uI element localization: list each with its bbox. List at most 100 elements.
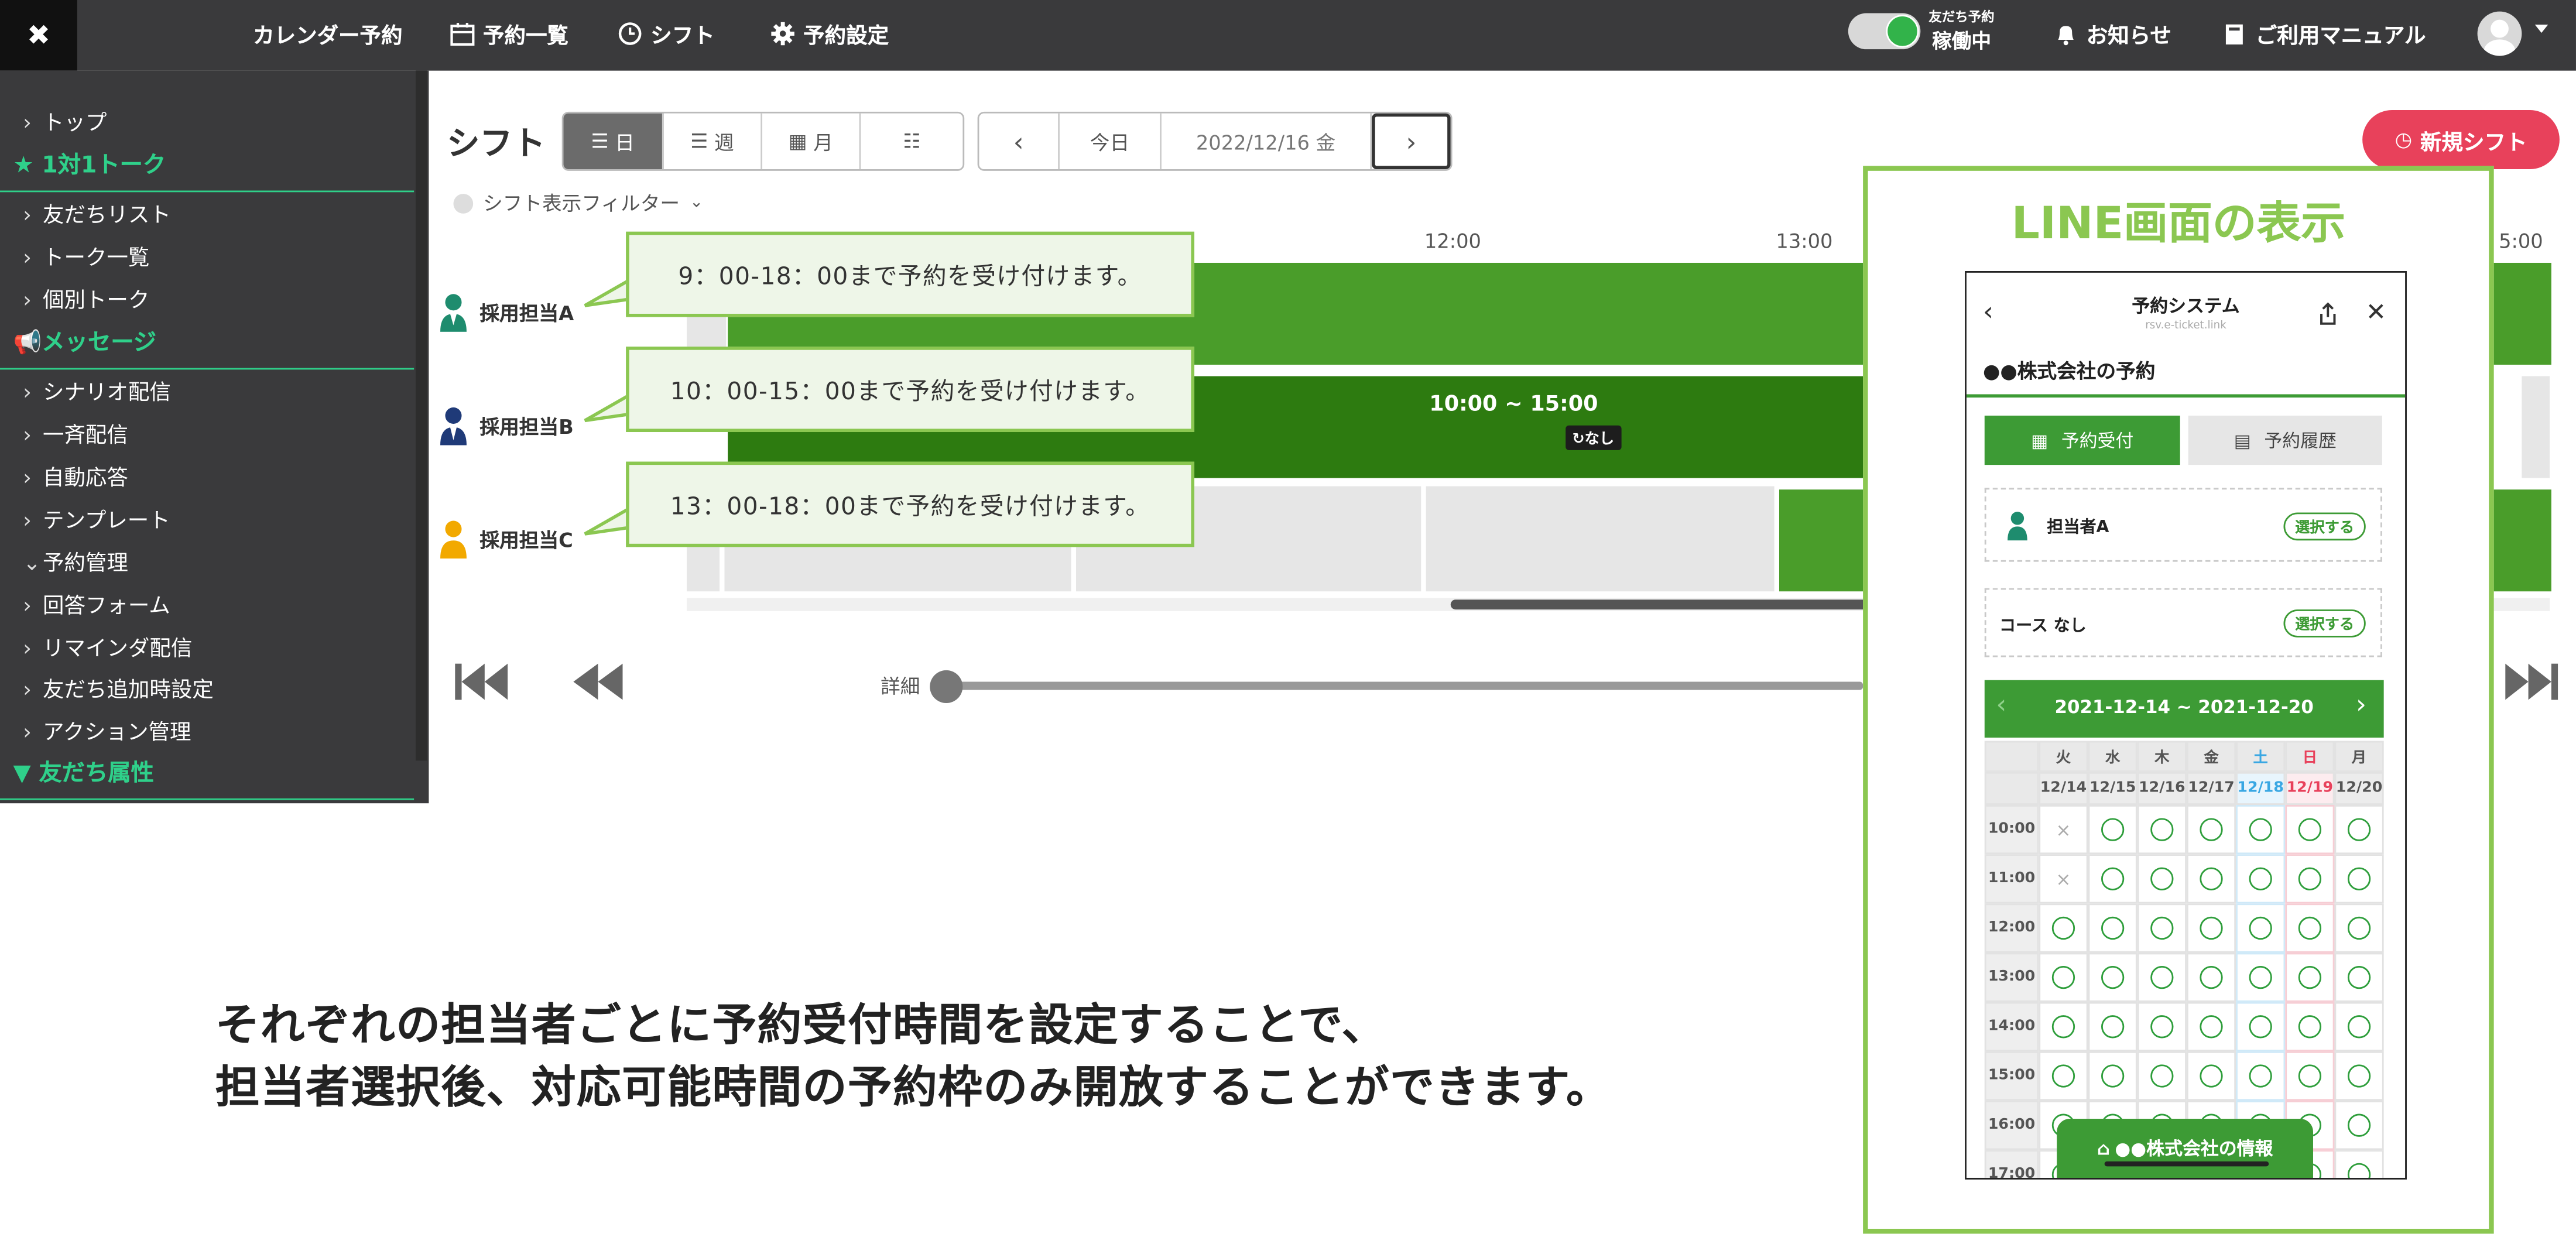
calendar-slot-available[interactable] xyxy=(2285,1051,2335,1101)
calendar-slot-available[interactable] xyxy=(2334,1150,2384,1178)
company-info-button[interactable]: ⌂ ●●株式会社の情報 xyxy=(2057,1118,2313,1178)
current-date[interactable]: 2022/12/16 金 xyxy=(1162,113,1372,170)
view-list-button[interactable]: ☷ xyxy=(861,114,962,169)
sidebar-item-template[interactable]: › テンプレート xyxy=(23,503,170,534)
nav-reservation-settings[interactable]: 予約設定 xyxy=(770,18,889,49)
sidebar-item-answer-form[interactable]: › 回答フォーム xyxy=(23,588,170,619)
calendar-slot-available[interactable] xyxy=(2088,854,2137,904)
skip-first-icon[interactable] xyxy=(453,660,509,703)
view-day-button[interactable]: ☰ 日 xyxy=(563,113,664,170)
calendar-slot-available[interactable] xyxy=(2334,952,2384,1002)
sidebar-item-talk-list[interactable]: › トーク一覧 xyxy=(23,240,149,271)
nav-reservation-list[interactable]: 予約一覧 xyxy=(450,18,568,49)
calendar-slot-available[interactable] xyxy=(2334,804,2384,855)
sidebar-item-broadcast[interactable]: › 一斉配信 xyxy=(23,417,128,448)
calendar-slot-available[interactable] xyxy=(2236,1002,2286,1051)
next-week-icon[interactable]: › xyxy=(2356,688,2366,719)
calendar-slot-available[interactable] xyxy=(2285,804,2335,855)
nav-shift[interactable]: シフト xyxy=(618,18,715,49)
calendar-slot-available[interactable] xyxy=(2186,1051,2236,1101)
calendar-slot-available[interactable] xyxy=(2088,952,2137,1002)
select-staff-button[interactable]: 選択する xyxy=(2283,512,2366,541)
calendar-slot-available[interactable] xyxy=(2186,1002,2236,1051)
shift-cell[interactable] xyxy=(2522,376,2550,478)
close-icon[interactable]: ✕ xyxy=(2366,297,2386,327)
calendar-slot-available[interactable] xyxy=(2186,854,2236,904)
calendar-slot-available[interactable] xyxy=(2186,952,2236,1002)
sidebar-scrollbar[interactable] xyxy=(415,70,427,761)
calendar-slot-available[interactable] xyxy=(2334,1051,2384,1101)
calendar-slot-available[interactable] xyxy=(2334,854,2384,904)
calendar-icon: ▦ xyxy=(788,129,814,153)
sidebar-item-reservation[interactable]: ⌄ 予約管理 xyxy=(23,546,128,577)
shift-cell[interactable] xyxy=(1426,486,1775,592)
calendar-slot-available[interactable] xyxy=(2039,1002,2088,1051)
calendar-slot-available[interactable] xyxy=(2039,952,2088,1002)
available-circle-icon xyxy=(2347,867,2371,890)
view-week-button[interactable]: ☰ 週 xyxy=(664,113,763,170)
calendar-slot-available[interactable] xyxy=(2039,903,2088,953)
zoom-slider-handle[interactable] xyxy=(930,670,963,704)
book-icon xyxy=(2225,24,2243,44)
tab-reservation[interactable]: ▦ 予約受付 xyxy=(1984,415,2180,465)
manual-button[interactable]: ご利用マニュアル xyxy=(2223,18,2426,49)
calendar-slot-available[interactable] xyxy=(2285,1002,2335,1051)
calendar-slot-available[interactable] xyxy=(2334,903,2384,953)
rewind-icon[interactable] xyxy=(570,660,626,703)
calendar-slot-available[interactable] xyxy=(2236,1051,2286,1101)
chevron-down-icon[interactable] xyxy=(2534,25,2548,33)
prev-day-button[interactable]: ‹ xyxy=(979,113,1060,170)
calendar-day-header: 月 xyxy=(2334,741,2384,772)
select-course-button[interactable]: 選択する xyxy=(2283,609,2366,638)
calendar-slot-available[interactable] xyxy=(2334,1002,2384,1051)
user-avatar[interactable] xyxy=(2477,11,2522,56)
calendar-slot-available[interactable] xyxy=(2088,903,2137,953)
calendar-slot-available[interactable] xyxy=(2236,854,2286,904)
shift-filter-toggle[interactable]: シフト表示フィルター ⌄ xyxy=(453,189,703,217)
calendar-slot-available[interactable] xyxy=(2137,1051,2187,1101)
skip-last-icon[interactable] xyxy=(2503,660,2559,703)
sidebar-item-friend-list[interactable]: › 友だちリスト xyxy=(23,197,171,228)
sidebar-item-individual-talk[interactable]: › 個別トーク xyxy=(23,283,149,314)
calendar-slot-available[interactable] xyxy=(2285,903,2335,953)
available-circle-icon xyxy=(2051,965,2075,989)
calendar-slot-available[interactable] xyxy=(2088,804,2137,855)
sidebar-item-auto-reply[interactable]: › 自動応答 xyxy=(23,460,128,491)
calendar-slot-available[interactable] xyxy=(2039,1051,2088,1101)
calendar-slot-available[interactable] xyxy=(2088,1002,2137,1051)
status-toggle[interactable] xyxy=(1848,13,1921,50)
timeline-scrollbar-thumb[interactable] xyxy=(1450,599,1878,610)
sidebar-item-add-friend-settings[interactable]: › 友だち追加時設定 xyxy=(23,672,214,703)
calendar-slot-available[interactable] xyxy=(2285,854,2335,904)
nav-calendar-reservation[interactable]: カレンダー予約 xyxy=(253,18,402,49)
next-day-button[interactable]: › xyxy=(1372,113,1451,170)
calendar-slot-available[interactable] xyxy=(2334,1101,2384,1150)
close-sidebar-button[interactable]: ✖ xyxy=(0,0,77,71)
line-phone-screen: ‹ 予約システム rsv.e-ticket.link ✕ ●●株式会社の予約 ▦… xyxy=(1965,271,2407,1180)
calendar-slot-available[interactable] xyxy=(2137,903,2187,953)
sidebar-item-top[interactable]: › トップ xyxy=(23,105,107,136)
new-shift-button[interactable]: ◷ 新規シフト xyxy=(2362,110,2560,170)
share-icon[interactable] xyxy=(2318,302,2338,325)
calendar-date-header: 12/18 xyxy=(2236,772,2286,805)
calendar-slot-available[interactable] xyxy=(2186,903,2236,953)
calendar-slot-available[interactable] xyxy=(2236,903,2286,953)
available-circle-icon xyxy=(2101,1064,2125,1088)
today-button[interactable]: 今日 xyxy=(1060,113,1162,170)
calendar-slot-available[interactable] xyxy=(2137,804,2187,855)
zoom-slider-track[interactable] xyxy=(943,681,1864,690)
calendar-slot-available[interactable] xyxy=(2088,1051,2137,1101)
calendar-slot-available[interactable] xyxy=(2285,952,2335,1002)
sidebar-item-action[interactable]: › アクション管理 xyxy=(23,715,191,746)
calendar-slot-available[interactable] xyxy=(2236,952,2286,1002)
view-month-button[interactable]: ▦ 月 xyxy=(762,113,861,170)
notice-button[interactable]: お知らせ xyxy=(2054,18,2171,49)
tab-history[interactable]: ▤ 予約履歴 xyxy=(2188,415,2382,465)
calendar-slot-available[interactable] xyxy=(2137,1002,2187,1051)
calendar-slot-available[interactable] xyxy=(2236,804,2286,855)
calendar-slot-available[interactable] xyxy=(2137,854,2187,904)
calendar-slot-available[interactable] xyxy=(2186,804,2236,855)
calendar-slot-available[interactable] xyxy=(2137,952,2187,1002)
sidebar-item-scenario[interactable]: › シナリオ配信 xyxy=(23,375,171,406)
sidebar-item-reminder[interactable]: › リマインダ配信 xyxy=(23,631,192,662)
